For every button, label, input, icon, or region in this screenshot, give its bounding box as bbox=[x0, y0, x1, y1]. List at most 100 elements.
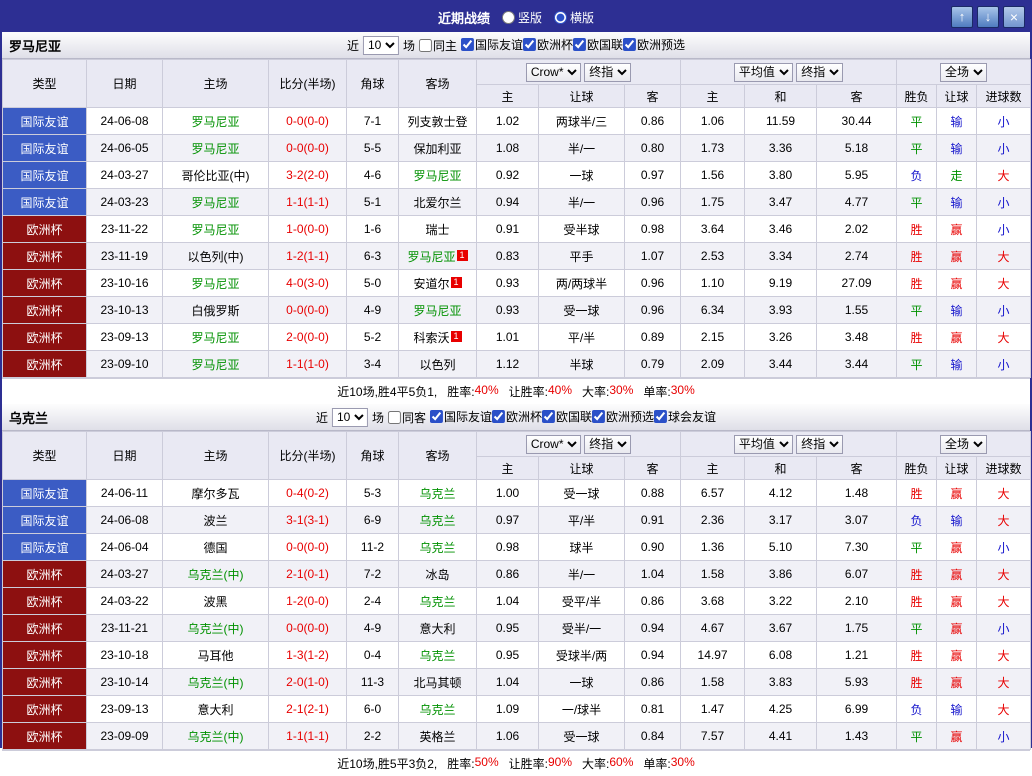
layout-radio-horizontal[interactable] bbox=[554, 10, 568, 24]
corners-cell: 4-9 bbox=[346, 296, 399, 324]
fulltime-group: 全场 bbox=[896, 59, 1032, 85]
league-filter[interactable]: 欧洲杯 bbox=[492, 408, 542, 425]
score-cell[interactable]: 1-1(1-1) bbox=[268, 722, 347, 750]
score-cell[interactable]: 4-0(3-0) bbox=[268, 269, 347, 297]
score-cell[interactable]: 2-0(1-0) bbox=[268, 668, 347, 696]
match-type-cell: 国际友谊 bbox=[2, 134, 87, 162]
match-type-cell: 国际友谊 bbox=[2, 533, 87, 561]
league-filter[interactable]: 球会友谊 bbox=[654, 408, 716, 425]
league-filter[interactable]: 国际友谊 bbox=[460, 36, 523, 53]
match-count-select[interactable]: 10 bbox=[331, 407, 368, 427]
away-team-cell: 乌克兰 bbox=[398, 695, 477, 723]
goals-result-cell: 大 bbox=[976, 269, 1032, 297]
goals-result-cell: 大 bbox=[976, 641, 1032, 669]
score-cell[interactable]: 1-1(1-0) bbox=[268, 350, 347, 378]
layout-radio-vertical[interactable] bbox=[501, 10, 515, 24]
same-venue-filter[interactable]: 同客 bbox=[387, 409, 426, 426]
fulltime-select[interactable]: 全场 bbox=[940, 434, 988, 454]
layout-option-horizontal[interactable]: 横版 bbox=[554, 9, 594, 26]
avg-stage-select[interactable]: 终指 bbox=[796, 434, 844, 454]
handicap-line-cell: 半/一 bbox=[538, 188, 625, 216]
goals-result-cell: 大 bbox=[976, 560, 1032, 588]
league-filter[interactable]: 欧国联 bbox=[542, 408, 592, 425]
score-cell[interactable]: 0-0(0-0) bbox=[268, 296, 347, 324]
score-cell[interactable]: 1-1(1-1) bbox=[268, 188, 347, 216]
league-checkbox[interactable] bbox=[623, 38, 637, 51]
score-cell[interactable]: 0-0(0-0) bbox=[268, 134, 347, 162]
avg-away-odds-cell: 4.77 bbox=[816, 188, 898, 216]
bookmaker-select[interactable]: Crow* bbox=[525, 62, 581, 82]
league-label: 欧洲杯 bbox=[537, 38, 574, 52]
same-venue-filter[interactable]: 同主 bbox=[418, 37, 457, 54]
scroll-down-button[interactable]: ↓ bbox=[977, 6, 999, 28]
result-cell: 胜 bbox=[896, 587, 938, 615]
score-cell[interactable]: 3-1(3-1) bbox=[268, 506, 347, 534]
league-checkbox[interactable] bbox=[592, 410, 606, 423]
league-filters: 国际友谊 欧洲杯 欧国联 欧洲预选 bbox=[460, 36, 685, 54]
score-cell[interactable]: 1-2(0-0) bbox=[268, 587, 347, 615]
handicap-odds-away-cell: 0.81 bbox=[623, 695, 682, 723]
league-checkbox[interactable] bbox=[542, 410, 556, 423]
score-cell[interactable]: 2-1(0-1) bbox=[268, 560, 347, 588]
league-filter[interactable]: 欧洲预选 bbox=[623, 36, 685, 53]
layout-option-vertical[interactable]: 竖版 bbox=[501, 9, 542, 26]
league-label: 国际友谊 bbox=[443, 410, 492, 424]
avg-away-odds-cell: 5.95 bbox=[816, 161, 898, 189]
league-checkbox[interactable] bbox=[492, 410, 505, 423]
handicap-odds-away-cell: 0.96 bbox=[623, 269, 682, 297]
score-cell[interactable]: 0-4(0-2) bbox=[268, 479, 347, 507]
avg-draw-odds-cell: 3.83 bbox=[744, 668, 818, 696]
bookmaker-select[interactable]: Crow* bbox=[525, 434, 581, 454]
league-checkbox[interactable] bbox=[573, 38, 587, 51]
handicap-odds-home-cell: 0.91 bbox=[476, 215, 539, 243]
score-cell[interactable]: 2-1(2-1) bbox=[268, 695, 347, 723]
scroll-up-button[interactable]: ↑ bbox=[951, 6, 973, 28]
score-cell[interactable]: 0-0(0-0) bbox=[268, 533, 347, 561]
league-checkbox[interactable] bbox=[429, 410, 443, 423]
league-filter[interactable]: 欧洲预选 bbox=[592, 408, 654, 425]
corners-cell: 6-0 bbox=[346, 695, 399, 723]
handicap-odds-away-cell: 0.96 bbox=[623, 296, 682, 324]
avg-stage-select[interactable]: 终指 bbox=[796, 62, 844, 82]
score-cell[interactable]: 2-0(0-0) bbox=[268, 323, 347, 351]
same-venue-checkbox[interactable] bbox=[418, 38, 432, 52]
fulltime-select[interactable]: 全场 bbox=[940, 62, 988, 82]
avg-home-odds-cell: 2.15 bbox=[680, 323, 746, 351]
handicap-line-cell: 受半/一 bbox=[538, 614, 625, 642]
header-date: 日期 bbox=[86, 59, 163, 108]
away-team-cell: 意大利 bbox=[398, 614, 477, 642]
score-cell[interactable]: 3-2(2-0) bbox=[268, 161, 347, 189]
handicap-line-cell: 一球 bbox=[538, 161, 625, 189]
close-button[interactable]: × bbox=[1003, 6, 1025, 28]
avg-draw-odds-cell: 3.36 bbox=[744, 134, 818, 162]
summary-record: 近10场,胜5平3负2, bbox=[337, 757, 438, 771]
odds-stage-select[interactable]: 终指 bbox=[584, 434, 632, 454]
same-venue-checkbox[interactable] bbox=[387, 410, 401, 424]
handicap-result-cell: 赢 bbox=[936, 614, 978, 642]
avg-home-odds-cell: 2.09 bbox=[680, 350, 746, 378]
score-cell[interactable]: 1-0(0-0) bbox=[268, 215, 347, 243]
subheader-avg-home: 主 bbox=[680, 84, 746, 108]
handicap-odds-away-cell: 0.89 bbox=[623, 323, 682, 351]
league-checkbox[interactable] bbox=[523, 38, 537, 51]
average-select[interactable]: 平均值 bbox=[733, 434, 793, 454]
average-select[interactable]: 平均值 bbox=[733, 62, 793, 82]
match-type-cell: 国际友谊 bbox=[2, 107, 87, 135]
score-cell[interactable]: 1-2(1-1) bbox=[268, 242, 347, 270]
match-count-select[interactable]: 10 bbox=[362, 35, 399, 55]
league-checkbox[interactable] bbox=[460, 38, 474, 51]
league-filter[interactable]: 国际友谊 bbox=[429, 408, 492, 425]
league-filters: 国际友谊 欧洲杯 欧国联 欧洲预选 球会友谊 bbox=[429, 408, 716, 426]
score-cell[interactable]: 0-0(0-0) bbox=[268, 614, 347, 642]
avg-away-odds-cell: 2.02 bbox=[816, 215, 898, 243]
odds-stage-select[interactable]: 终指 bbox=[584, 62, 632, 82]
header-type: 类型 bbox=[2, 431, 87, 480]
avg-away-odds-cell: 1.48 bbox=[816, 479, 898, 507]
league-filter[interactable]: 欧国联 bbox=[573, 36, 623, 53]
league-filter[interactable]: 欧洲杯 bbox=[523, 36, 573, 53]
handicap-odds-home-cell: 0.94 bbox=[476, 188, 539, 216]
league-checkbox[interactable] bbox=[654, 410, 668, 423]
match-type-cell: 欧洲杯 bbox=[2, 560, 87, 588]
score-cell[interactable]: 0-0(0-0) bbox=[268, 107, 347, 135]
score-cell[interactable]: 1-3(1-2) bbox=[268, 641, 347, 669]
